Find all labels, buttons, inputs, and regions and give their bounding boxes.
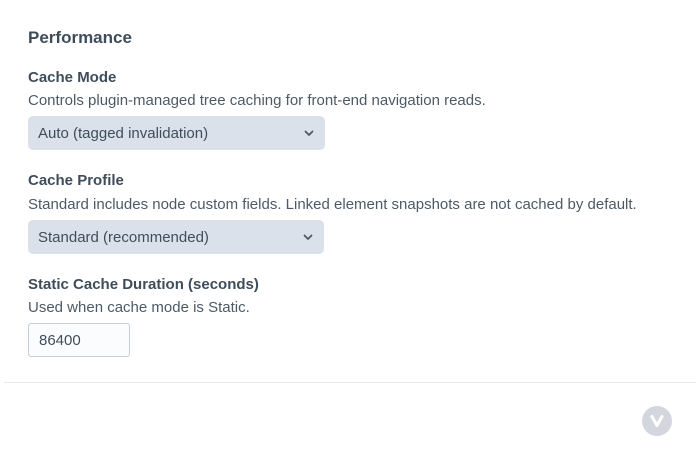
settings-page: Performance Cache Mode Controls plugin-m…	[0, 0, 700, 464]
cache-profile-help: Standard includes node custom fields. Li…	[28, 196, 637, 213]
cache-profile-label: Cache Profile	[28, 172, 124, 189]
static-cache-duration-input[interactable]	[28, 323, 130, 357]
v-logo-icon	[650, 415, 664, 427]
static-cache-duration-label: Static Cache Duration (seconds)	[28, 276, 259, 293]
section-title: Performance	[28, 28, 132, 47]
chevron-down-icon	[303, 234, 313, 240]
floating-logo-button[interactable]	[642, 406, 672, 436]
cache-profile-select[interactable]: Standard (recommended)	[28, 220, 324, 254]
static-cache-duration-help: Used when cache mode is Static.	[28, 299, 250, 316]
cache-mode-select[interactable]: Auto (tagged invalidation)	[28, 116, 325, 150]
cache-mode-help: Controls plugin-managed tree caching for…	[28, 92, 486, 109]
divider	[4, 382, 696, 383]
chevron-down-icon	[304, 130, 314, 136]
cache-mode-selected-value: Auto (tagged invalidation)	[38, 124, 209, 142]
cache-profile-selected-value: Standard (recommended)	[38, 228, 209, 246]
cache-mode-label: Cache Mode	[28, 69, 117, 86]
